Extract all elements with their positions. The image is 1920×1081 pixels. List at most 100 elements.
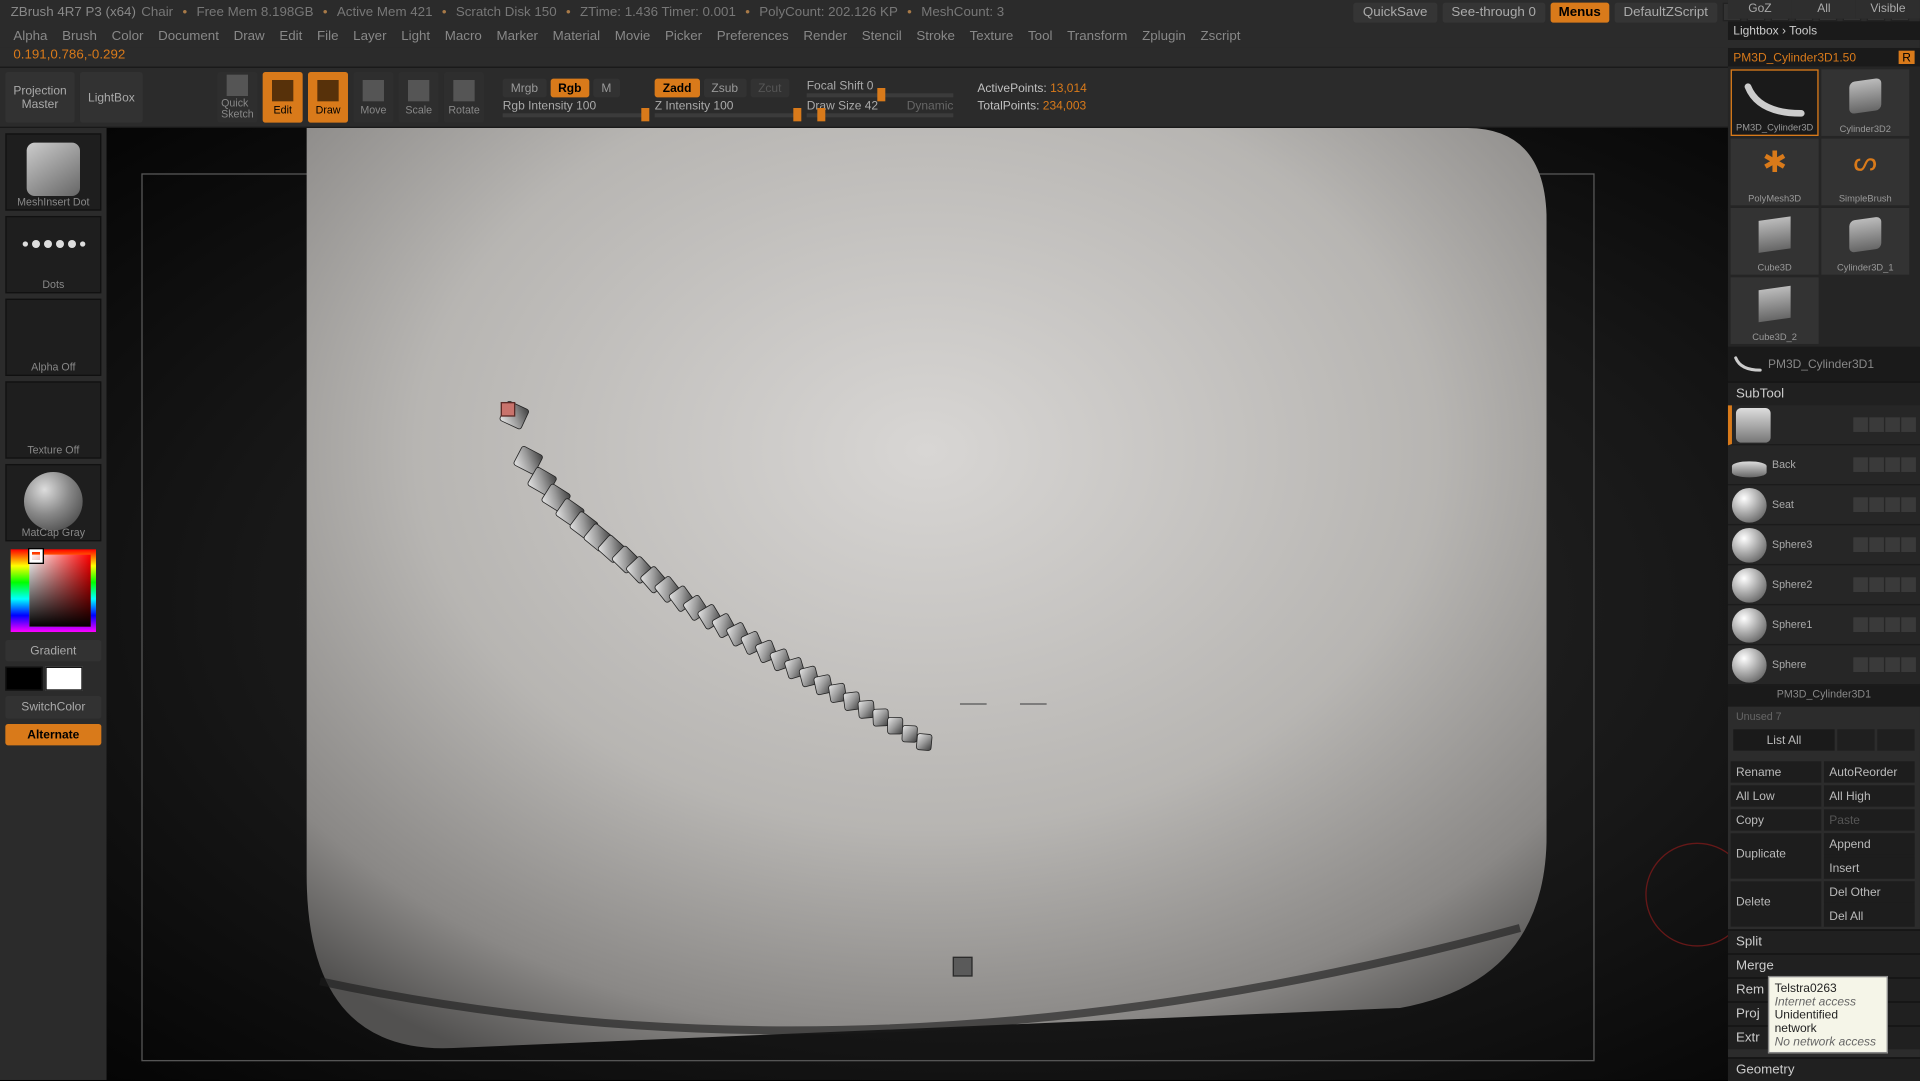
menu-macro[interactable]: Macro [445, 29, 482, 44]
top-shelf: Projection Master LightBox Quick Sketch … [0, 67, 1920, 128]
tool-name-header[interactable]: PM3D_Cylinder3D1.50R [1728, 48, 1920, 67]
list-all-button[interactable]: List All [1733, 729, 1834, 750]
copy-button[interactable]: Copy [1731, 809, 1822, 830]
gradient-button[interactable]: Gradient [5, 640, 101, 662]
swatch-primary[interactable] [45, 667, 82, 691]
subtool-row[interactable]: Sphere [1728, 645, 1920, 685]
menus-toggle[interactable]: Menus [1551, 2, 1609, 22]
default-zscript[interactable]: DefaultZScript [1614, 2, 1717, 22]
subtool-row[interactable]: Sphere1 [1728, 605, 1920, 645]
append-button[interactable]: Append [1824, 833, 1915, 854]
projection-master-button[interactable]: Projection Master [5, 72, 74, 123]
rotate-mode-button[interactable]: Rotate [444, 72, 484, 123]
subtool-list: Back Seat Sphere3 Sphere2 Sphere1 Sphere [1728, 405, 1920, 685]
insert-button[interactable]: Insert [1824, 857, 1915, 878]
subtool-row[interactable] [1728, 405, 1920, 445]
autoreorder-button[interactable]: AutoReorder [1824, 761, 1915, 782]
focal-shift-slider[interactable] [807, 93, 954, 97]
tool-item[interactable]: PM3D_Cylinder3D [1731, 69, 1819, 136]
alpha-slot[interactable]: Alpha Off [5, 299, 101, 376]
rgb-intensity-slider[interactable] [503, 113, 650, 117]
rename-button[interactable]: Rename [1731, 761, 1822, 782]
alternate-button[interactable]: Alternate [5, 724, 101, 746]
zadd-toggle[interactable]: Zadd [655, 78, 700, 97]
status-coords: 0.191,0.786,-0.292 [0, 48, 1920, 67]
stroke-slot[interactable]: Dots [5, 216, 101, 293]
del-other-button[interactable]: Del Other [1824, 881, 1915, 902]
menu-layer[interactable]: Layer [353, 29, 386, 44]
menu-zscript[interactable]: Zscript [1201, 29, 1241, 44]
material-slot[interactable]: MatCap Gray [5, 464, 101, 541]
menu-stroke[interactable]: Stroke [916, 29, 955, 44]
lightbox-button[interactable]: LightBox [80, 72, 143, 123]
menu-render[interactable]: Render [803, 29, 847, 44]
scale-mode-button[interactable]: Scale [399, 72, 439, 123]
del-all-button[interactable]: Del All [1824, 905, 1915, 926]
menu-movie[interactable]: Movie [615, 29, 651, 44]
menu-light[interactable]: Light [401, 29, 430, 44]
duplicate-button[interactable]: Duplicate [1731, 833, 1822, 878]
tool-item[interactable]: Cylinder3D2 [1821, 69, 1909, 136]
delete-button[interactable]: Delete [1731, 881, 1822, 926]
z-intensity-slider[interactable] [655, 113, 802, 117]
menu-texture[interactable]: Texture [970, 29, 1014, 44]
tool-item[interactable]: Cube3D [1731, 208, 1819, 275]
menu-file[interactable]: File [317, 29, 338, 44]
subtool-buttons: Rename AutoReorder All Low All High Copy… [1728, 759, 1920, 930]
menu-zplugin[interactable]: Zplugin [1142, 29, 1186, 44]
draw-size-slider[interactable] [807, 113, 954, 117]
subtool-section-header[interactable]: SubTool [1728, 381, 1920, 405]
edit-mode-button[interactable]: Edit [263, 72, 303, 123]
zcut-toggle[interactable]: Zcut [750, 78, 789, 97]
menu-preferences[interactable]: Preferences [717, 29, 789, 44]
tool-item[interactable]: Cylinder3D_1 [1821, 208, 1909, 275]
subtool-row[interactable]: Back [1728, 445, 1920, 485]
menu-marker[interactable]: Marker [497, 29, 538, 44]
subtool-row[interactable]: Sphere3 [1728, 525, 1920, 565]
draw-mode-button[interactable]: Draw [308, 72, 348, 123]
menu-document[interactable]: Document [158, 29, 219, 44]
all-high-button[interactable]: All High [1824, 785, 1915, 806]
color-picker[interactable] [11, 549, 96, 632]
menu-alpha[interactable]: Alpha [13, 29, 47, 44]
subtool-row[interactable]: Seat [1728, 485, 1920, 525]
rgb-toggle[interactable]: Rgb [550, 78, 589, 97]
tool-item[interactable]: Cube3D_2 [1731, 277, 1819, 344]
all-low-button[interactable]: All Low [1731, 785, 1822, 806]
menu-material[interactable]: Material [553, 29, 600, 44]
swatch-secondary[interactable] [5, 667, 42, 691]
subtool-down-icon[interactable] [1877, 729, 1914, 750]
switchcolor-button[interactable]: SwitchColor [5, 696, 101, 718]
mrgb-toggle[interactable]: Mrgb [503, 78, 546, 97]
lightbox-breadcrumb[interactable]: Lightbox › Tools [1728, 21, 1920, 40]
geometry-section[interactable]: Geometry [1728, 1057, 1920, 1081]
subtool-row[interactable]: Sphere2 [1728, 565, 1920, 605]
subtool-up-icon[interactable] [1837, 729, 1874, 750]
move-mode-button[interactable]: Move [353, 72, 393, 123]
goz-button[interactable]: GoZ [1728, 0, 1792, 19]
merge-section[interactable]: Merge [1728, 953, 1920, 977]
menu-color[interactable]: Color [112, 29, 144, 44]
menu-tool[interactable]: Tool [1028, 29, 1052, 44]
m-toggle[interactable]: M [593, 78, 619, 97]
menu-picker[interactable]: Picker [665, 29, 702, 44]
viewport[interactable] [107, 128, 1870, 1080]
paste-button[interactable]: Paste [1824, 809, 1915, 830]
seethrough[interactable]: See-through 0 [1442, 2, 1545, 22]
quicksketch-button[interactable]: Quick Sketch [217, 72, 257, 123]
split-section[interactable]: Split [1728, 929, 1920, 953]
texture-slot[interactable]: Texture Off [5, 381, 101, 458]
menu-edit[interactable]: Edit [279, 29, 302, 44]
current-tool[interactable]: PM3D_Cylinder3D1 [1728, 347, 1920, 382]
quicksave-button[interactable]: QuickSave [1354, 2, 1437, 22]
brush-slot[interactable]: MeshInsert Dot [5, 133, 101, 210]
menu-brush[interactable]: Brush [62, 29, 97, 44]
goz-visible-button[interactable]: Visible [1856, 0, 1920, 19]
menu-draw[interactable]: Draw [234, 29, 265, 44]
zsub-toggle[interactable]: Zsub [703, 78, 746, 97]
menu-stencil[interactable]: Stencil [862, 29, 902, 44]
menu-transform[interactable]: Transform [1067, 29, 1127, 44]
tool-item[interactable]: ✱PolyMesh3D [1731, 139, 1819, 206]
tool-item[interactable]: ᔕSimpleBrush [1821, 139, 1909, 206]
goz-all-button[interactable]: All [1792, 0, 1856, 19]
